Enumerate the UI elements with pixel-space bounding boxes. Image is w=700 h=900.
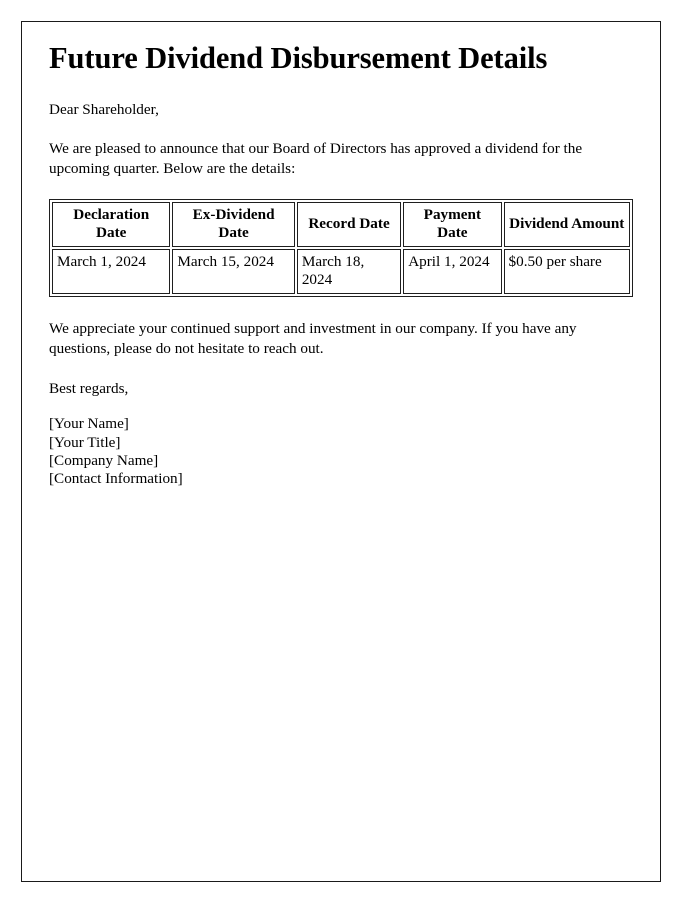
dividend-table-container: Declaration Date Ex-Dividend Date Record… (49, 198, 637, 297)
cell-payment-date: April 1, 2024 (403, 248, 502, 294)
page-frame: Future Dividend Disbursement Details Dea… (21, 21, 661, 882)
table-row: March 1, 2024 March 15, 2024 March 18, 2… (52, 248, 630, 294)
document-body: Future Dividend Disbursement Details Dea… (49, 41, 637, 488)
cell-dividend-amount: $0.50 per share (503, 248, 630, 294)
intro-paragraph: We are pleased to announce that our Boar… (49, 140, 583, 178)
signature-contact: [Contact Information] (49, 470, 183, 488)
signature-name: [Your Name] (49, 415, 129, 433)
cell-declaration-date: March 1, 2024 (52, 248, 171, 294)
signature-title: [Your Title] (49, 433, 121, 451)
column-header-ex-dividend-date: Ex-Dividend Date (172, 201, 295, 247)
column-header-dividend-amount: Dividend Amount (503, 201, 630, 247)
dividend-details-table: Declaration Date Ex-Dividend Date Record… (49, 198, 633, 297)
cell-ex-dividend-date: March 15, 2024 (172, 248, 295, 294)
page-title: Future Dividend Disbursement Details (49, 41, 548, 75)
table-body: March 1, 2024 March 15, 2024 March 18, 2… (52, 248, 630, 294)
column-header-payment-date: Payment Date (403, 201, 502, 247)
column-header-record-date: Record Date (296, 201, 402, 247)
cell-record-date: March 18, 2024 (296, 248, 402, 294)
signature-block: [Your Name] [Your Title] [Company Name] … (49, 415, 637, 488)
regards-text: Best regards, (49, 380, 129, 398)
salutation-text: Dear Shareholder, (49, 100, 159, 118)
table-header-row: Declaration Date Ex-Dividend Date Record… (52, 201, 630, 247)
signature-company: [Company Name] (49, 451, 159, 469)
column-header-declaration-date: Declaration Date (52, 201, 171, 247)
closing-paragraph: We appreciate your continued support and… (49, 319, 577, 358)
table-header: Declaration Date Ex-Dividend Date Record… (52, 201, 630, 247)
